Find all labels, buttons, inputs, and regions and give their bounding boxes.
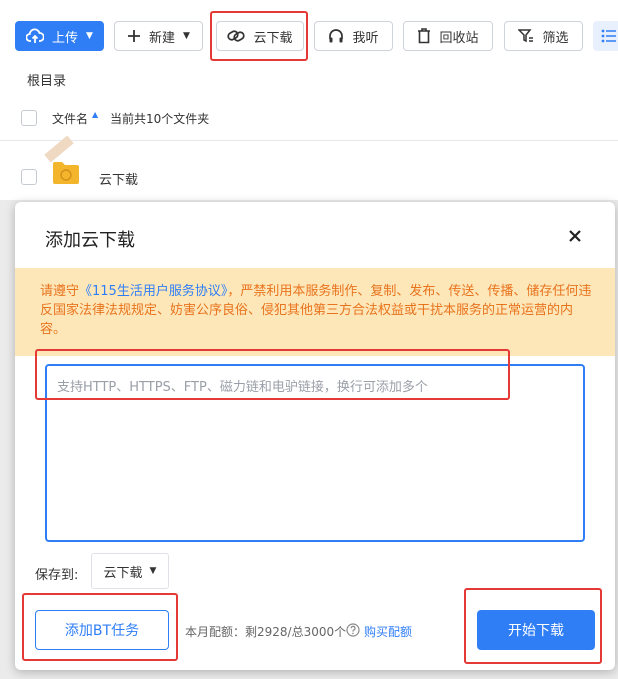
trash-icon (417, 28, 431, 44)
save-to-select[interactable]: 云下载 ▼ (91, 553, 169, 589)
terms-notice: 请遵守《115生活用户服务协议》，严禁利用本服务制作、复制、发布、传送、传播、储… (15, 268, 615, 356)
quota-text: 本月配额：剩2928/总3000个 (185, 625, 347, 639)
listen-button[interactable]: 我听 (314, 21, 393, 51)
terms-link[interactable]: 《115生活用户服务协议》 (79, 284, 227, 299)
list-view-icon (601, 29, 617, 43)
caret-down-icon: ▼ (183, 31, 190, 41)
notice-prefix: 请遵守 (40, 284, 80, 299)
dialog-title: 添加云下载 (45, 230, 135, 251)
caret-down-icon: ▼ (86, 31, 93, 41)
buy-quota-link[interactable]: 购买配额 (364, 623, 412, 640)
headphones-icon (328, 28, 344, 44)
toolbar: 上传 ▼ 新建 ▼ 云下载 我听 回收站 筛选 (0, 0, 618, 70)
list-header: 文件名 ▲ 当前共10个文件夹 (0, 100, 618, 141)
sort-asc-icon[interactable]: ▲ (92, 110, 98, 119)
recycle-bin-button[interactable]: 回收站 (403, 21, 493, 51)
upload-label: 上传 (52, 30, 79, 46)
folder-icon (52, 161, 80, 185)
caret-down-icon: ▼ (149, 566, 157, 576)
help-icon[interactable] (346, 623, 360, 637)
save-to-value: 云下载 (103, 565, 143, 581)
filter-label: 筛选 (542, 30, 569, 46)
list-view-button[interactable] (593, 21, 618, 51)
save-to-label: 保存到: (35, 568, 79, 583)
recycle-label: 回收站 (439, 30, 479, 46)
file-name[interactable]: 云下载 (99, 169, 138, 188)
highlight-url-input (35, 349, 510, 400)
highlight-bt-button (22, 593, 178, 661)
new-label: 新建 (149, 30, 176, 46)
filter-button[interactable]: 筛选 (504, 21, 583, 51)
highlight-start-button (464, 588, 602, 664)
row-checkbox[interactable] (21, 169, 37, 185)
list-item[interactable]: 云下载 (0, 135, 618, 201)
listen-label: 我听 (352, 30, 379, 46)
column-filename[interactable]: 文件名 (52, 110, 88, 127)
select-all-checkbox[interactable] (21, 110, 37, 126)
upload-button[interactable]: 上传 ▼ (15, 21, 104, 51)
new-button[interactable]: 新建 ▼ (114, 21, 203, 51)
filter-icon (518, 29, 534, 43)
plus-icon (127, 29, 141, 43)
upload-cloud-icon (26, 28, 45, 44)
close-icon[interactable] (567, 228, 583, 244)
highlight-cloud-download (210, 11, 308, 61)
folder-count: 当前共10个文件夹 (110, 112, 210, 126)
breadcrumb[interactable]: 根目录 (27, 70, 66, 89)
